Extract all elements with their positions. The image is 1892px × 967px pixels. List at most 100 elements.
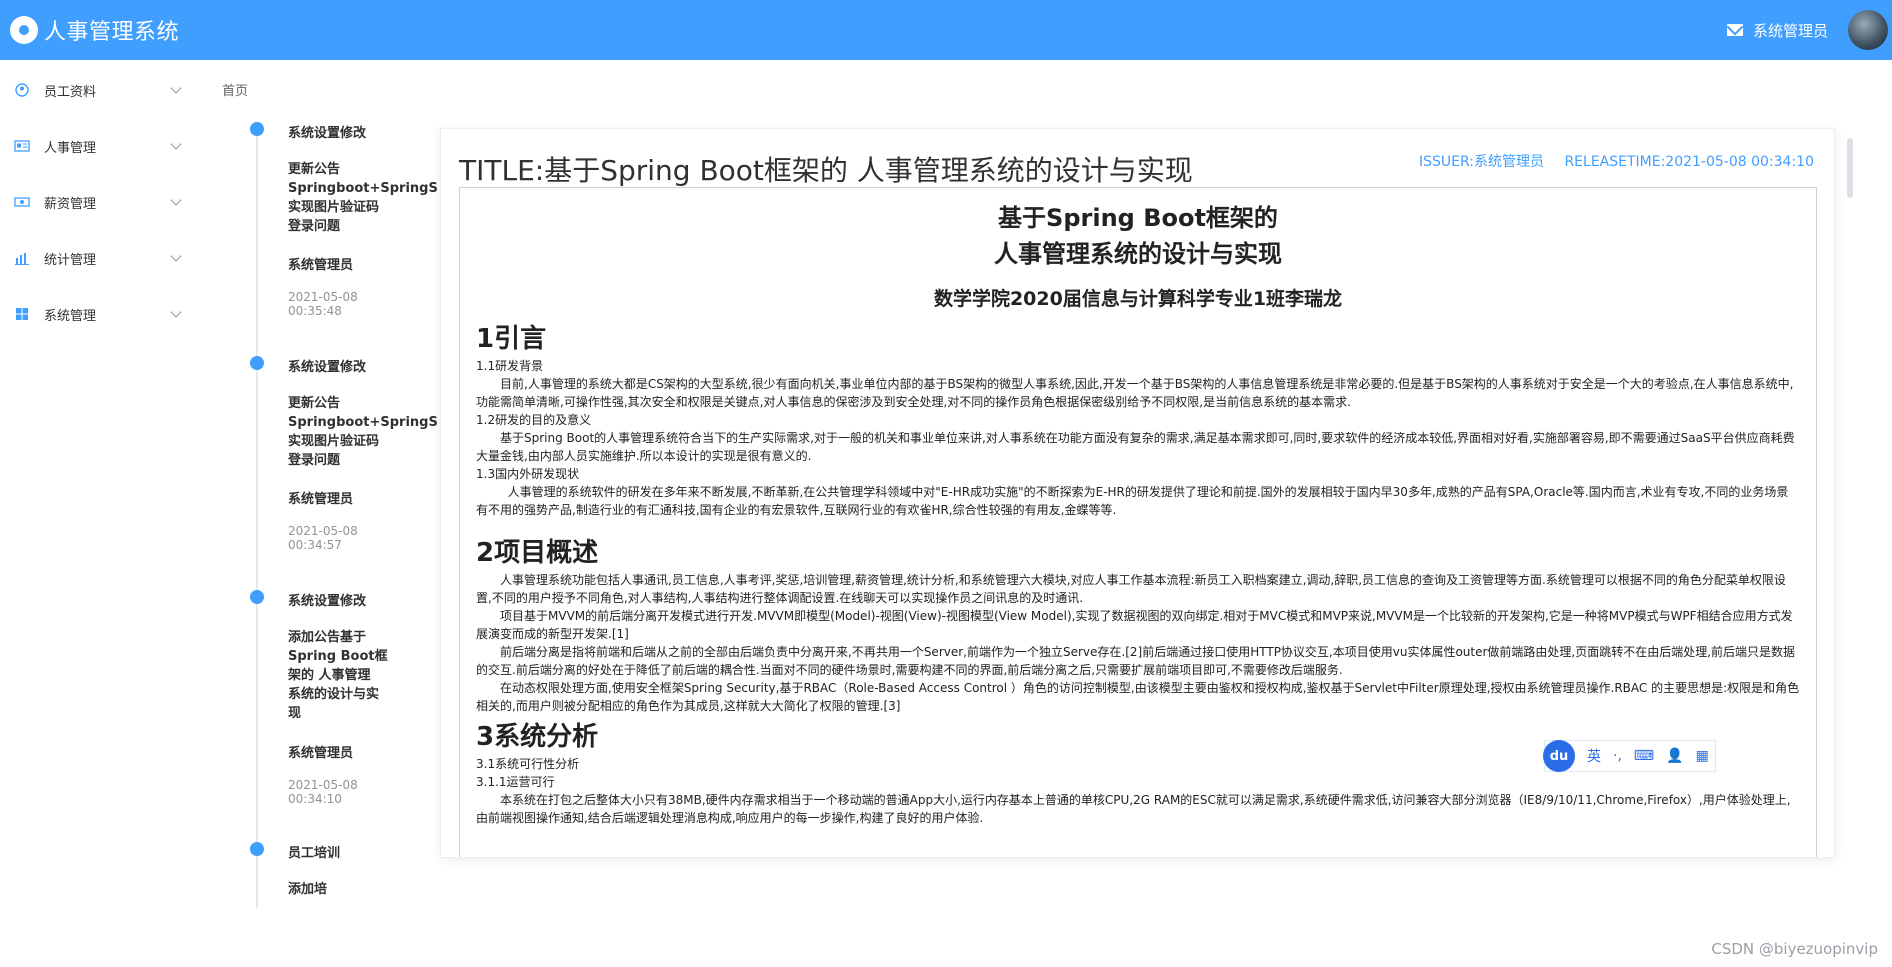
sidebar-item-label: 系统管理 bbox=[44, 308, 97, 324]
doc-heading: 基于Spring Boot框架的 bbox=[998, 204, 1278, 232]
sidebar-item-salary[interactable]: 薪资管理 bbox=[0, 174, 200, 230]
mail-icon[interactable] bbox=[1726, 24, 1743, 36]
doc-subsection: 1.2研发的目的及意义 bbox=[476, 413, 592, 427]
timeline-item-time: 2021-05-08 00:35:48 bbox=[288, 290, 358, 318]
timeline-item-content: 更新公告 Springboot+SpringSe 实现图片验证码 登录问题 bbox=[288, 394, 438, 470]
app-logo-icon bbox=[10, 16, 38, 44]
avatar[interactable] bbox=[1848, 10, 1888, 50]
sidebar-item-system[interactable]: 系统管理 bbox=[0, 286, 200, 342]
ime-toolbar[interactable]: du 英 ·, ⌨ 👤 ▦ bbox=[1543, 740, 1716, 772]
doc-paragraph: 项目基于MVVM的前后端分离开发模式进行开发.MVVM即模型(Model)-视图… bbox=[476, 609, 1793, 641]
sidebar-item-statistics[interactable]: 统计管理 bbox=[0, 230, 200, 286]
timeline-connector bbox=[256, 370, 258, 605]
content-line: 添加公告基于 bbox=[288, 630, 367, 645]
doc-subsection: 1.3国内外研发现状 bbox=[476, 467, 580, 481]
id-card-icon bbox=[14, 138, 30, 154]
app-title: 人事管理系统 bbox=[44, 20, 180, 45]
sidebar-item-label: 人事管理 bbox=[44, 140, 97, 156]
doc-paragraph: 本系统在打包之后整体大小只有38MB,硬件内存需求相当于一个移动端的普通App大… bbox=[476, 793, 1791, 825]
sidebar-menu: 员工资料 人事管理 薪资管理 统计管理 系统管理 bbox=[0, 60, 200, 967]
ime-logo-icon[interactable]: du bbox=[1543, 740, 1575, 772]
watermark: CSDN @biyezuopinvip bbox=[1711, 940, 1878, 958]
timeline-dot bbox=[250, 122, 264, 136]
doc-paragraph: 前后端分离是指将前端和后端从之前的全部由后端负责中分离开来,不再共用一个Serv… bbox=[476, 645, 1796, 677]
content-line: 登录问题 bbox=[288, 453, 341, 468]
time-date: 2021-05-08 bbox=[288, 778, 358, 792]
chevron-down-icon bbox=[170, 306, 182, 318]
content-line: 更新公告 bbox=[288, 396, 341, 411]
timeline-item-title: 员工培训 bbox=[288, 846, 341, 861]
timeline-connector bbox=[256, 604, 258, 856]
timeline-item-title: 系统设置修改 bbox=[288, 594, 367, 609]
sidebar-item-label: 薪资管理 bbox=[44, 196, 97, 212]
timeline-dot bbox=[250, 356, 264, 370]
timeline-dot bbox=[250, 590, 264, 604]
doc-paragraph: 基于Spring Boot的人事管理系统符合当下的生产实际需求,对于一般的机关和… bbox=[476, 431, 1795, 463]
ime-user-icon[interactable]: 👤 bbox=[1666, 748, 1683, 764]
doc-section-title: 1引言 bbox=[476, 324, 547, 354]
doc-heading: 人事管理系统的设计与实现 bbox=[994, 240, 1282, 268]
timeline-item-content: 添加培 bbox=[288, 880, 438, 899]
content-line: Springboot+SpringSe bbox=[288, 415, 438, 430]
doc-section-title: 2项目概述 bbox=[476, 538, 599, 568]
content-line: Springboot+SpringSe bbox=[288, 181, 438, 196]
timeline-item-content: 添加公告基于 Spring Boot框 架的 人事管理 系统的设计与实 现 bbox=[288, 628, 438, 723]
doc-subsection: 1.1研发背景 bbox=[476, 359, 544, 373]
doc-paragraph: 在动态权限处理方面,使用安全框架Spring Security,基于RBAC（R… bbox=[476, 681, 1800, 713]
chevron-down-icon bbox=[170, 138, 182, 150]
sidebar-item-label: 统计管理 bbox=[44, 252, 97, 268]
chevron-down-icon bbox=[170, 250, 182, 262]
header-user-area: 系统管理员 bbox=[1726, 0, 1892, 60]
doc-paragraph: 人事管理的系统软件的研发在多年来不断发展,不断革新,在公共管理学科领域中对"E-… bbox=[476, 485, 1789, 517]
content-line: 添加培 bbox=[288, 882, 328, 897]
time-date: 2021-05-08 bbox=[288, 290, 358, 304]
scrollbar-thumb[interactable] bbox=[1847, 138, 1853, 198]
doc-subsection: 3.1.1运营可行 bbox=[476, 775, 555, 789]
doc-paragraph: 人事管理系统功能包括人事通讯,员工信息,人事考评,奖惩,培训管理,薪资管理,统计… bbox=[476, 573, 1786, 605]
windows-icon bbox=[14, 306, 30, 322]
content-line: 系统的设计与实 bbox=[288, 687, 380, 702]
ime-keyboard-icon[interactable]: ⌨ bbox=[1634, 748, 1654, 764]
ime-menu-icon[interactable]: ▦ bbox=[1696, 748, 1709, 764]
ime-language-toggle[interactable]: 英 bbox=[1587, 746, 1601, 766]
time-clock: 00:35:48 bbox=[288, 304, 342, 318]
content-line: 实现图片验证码 bbox=[288, 434, 380, 449]
notice-timeline: 系统设置修改 更新公告 Springboot+SpringSe 实现图片验证码 … bbox=[250, 108, 440, 908]
timeline-item-author: 系统管理员 bbox=[288, 258, 354, 273]
sidebar-item-label: 员工资料 bbox=[44, 84, 97, 100]
time-date: 2021-05-08 bbox=[288, 524, 358, 538]
content-line: 架的 人事管理 bbox=[288, 668, 371, 683]
timeline-item-title: 系统设置修改 bbox=[288, 360, 367, 375]
ime-punctuation-toggle[interactable]: ·, bbox=[1613, 748, 1622, 764]
notice-issuer: ISSUER:系统管理员 bbox=[1418, 154, 1544, 170]
timeline-item-author: 系统管理员 bbox=[288, 746, 354, 761]
timeline-item-time: 2021-05-08 00:34:57 bbox=[288, 524, 358, 552]
doc-author-line: 数学学院2020届信息与计算科学专业1班李瑞龙 bbox=[933, 288, 1343, 310]
timeline-item-author: 系统管理员 bbox=[288, 492, 354, 507]
content-line: Spring Boot框 bbox=[288, 649, 388, 664]
timeline-connector bbox=[256, 136, 258, 371]
user-circle-icon bbox=[14, 82, 30, 98]
timeline-connector bbox=[256, 856, 258, 908]
doc-paragraph: 目前,人事管理的系统大都是CS架构的大型系统,很少有面向机关,事业单位内部的基于… bbox=[476, 377, 1794, 409]
brand[interactable]: 人事管理系统 bbox=[10, 14, 179, 46]
breadcrumb[interactable]: 首页 bbox=[222, 80, 248, 99]
current-user-name[interactable]: 系统管理员 bbox=[1753, 20, 1828, 41]
chevron-down-icon bbox=[170, 82, 182, 94]
content-line: 实现图片验证码 bbox=[288, 200, 380, 215]
sidebar-item-personnel[interactable]: 人事管理 bbox=[0, 118, 200, 174]
timeline-dot bbox=[250, 842, 264, 856]
timeline-item-time: 2021-05-08 00:34:10 bbox=[288, 778, 358, 806]
page-scrollbar[interactable] bbox=[1845, 128, 1855, 858]
content-line: 更新公告 bbox=[288, 162, 341, 177]
notice-release-time: RELEASETIME:2021-05-08 00:34:10 bbox=[1564, 154, 1814, 170]
content-line: 登录问题 bbox=[288, 219, 341, 234]
time-clock: 00:34:57 bbox=[288, 538, 342, 552]
timeline-item-content: 更新公告 Springboot+SpringSe 实现图片验证码 登录问题 bbox=[288, 160, 438, 236]
notice-meta: ISSUER:系统管理员 RELEASETIME:2021-05-08 00:3… bbox=[1403, 151, 1814, 171]
sidebar-item-employee[interactable]: 员工资料 bbox=[0, 62, 200, 118]
timeline-item-title: 系统设置修改 bbox=[288, 126, 367, 141]
content-line: 现 bbox=[288, 706, 302, 721]
time-clock: 00:34:10 bbox=[288, 792, 342, 806]
chevron-down-icon bbox=[170, 194, 182, 206]
